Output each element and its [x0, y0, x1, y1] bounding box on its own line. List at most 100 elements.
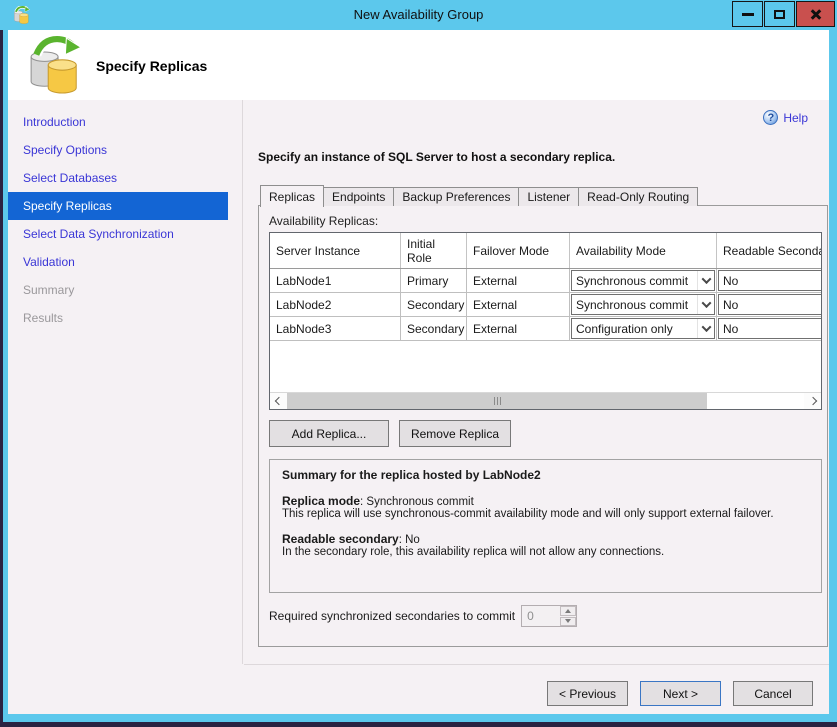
help-label: Help: [783, 111, 808, 125]
window-shadow-bottom: [0, 722, 837, 727]
sidebar-item-validation[interactable]: Validation: [8, 248, 242, 276]
table-row[interactable]: LabNode1 Primary External Synchronous co…: [270, 269, 821, 293]
cell-server-instance: LabNode1: [270, 269, 401, 292]
cell-readable-secondary: No: [717, 317, 822, 340]
replica-summary-box: Summary for the replica hosted by LabNod…: [269, 459, 822, 593]
stepper-up-button: [560, 606, 576, 616]
wizard-footer: < Previous Next > Cancel: [8, 664, 829, 714]
close-icon: [809, 7, 823, 21]
cell-readable-secondary: No: [717, 269, 822, 292]
readable-secondary-description: In the secondary role, this availability…: [282, 546, 809, 558]
readable-secondary-line: Readable secondary: No: [282, 532, 809, 546]
maximize-icon: [774, 10, 785, 19]
maximize-button[interactable]: [764, 1, 795, 27]
scrollbar-thumb[interactable]: [287, 393, 707, 409]
required-secondaries-label: Required synchronized secondaries to com…: [269, 609, 515, 623]
chevron-right-icon: [808, 397, 816, 405]
cell-readable-secondary: No: [717, 293, 822, 316]
sidebar-item-select-data-synchronization[interactable]: Select Data Synchronization: [8, 220, 242, 248]
remove-replica-button[interactable]: Remove Replica: [399, 420, 511, 447]
replica-buttons-row: Add Replica... Remove Replica: [269, 420, 817, 447]
cell-availability-mode: Synchronous commit: [570, 293, 717, 316]
availability-mode-dropdown[interactable]: Configuration only: [571, 318, 715, 339]
sidebar-item-specify-options[interactable]: Specify Options: [8, 136, 242, 164]
sidebar-item-specify-replicas[interactable]: Specify Replicas: [8, 192, 228, 220]
sidebar-item-introduction[interactable]: Introduction: [8, 108, 242, 136]
cell-availability-mode: Synchronous commit: [570, 269, 717, 292]
close-button[interactable]: [796, 1, 835, 27]
cell-failover-mode: External: [467, 317, 570, 340]
cell-failover-mode: External: [467, 293, 570, 316]
chevron-down-icon: [697, 295, 714, 314]
column-header-failover-mode: Failover Mode: [467, 233, 570, 268]
dropdown-value: Synchronous commit: [576, 274, 688, 288]
cell-server-instance: LabNode3: [270, 317, 401, 340]
tab-listener[interactable]: Listener: [519, 187, 579, 206]
readable-secondary-dropdown[interactable]: No: [718, 270, 822, 291]
table-row[interactable]: LabNode2 Secondary External Synchronous …: [270, 293, 821, 317]
sidebar-item-select-databases[interactable]: Select Databases: [8, 164, 242, 192]
availability-replicas-label: Availability Replicas:: [269, 214, 817, 228]
chevron-down-icon: [697, 271, 714, 290]
previous-button[interactable]: < Previous: [547, 681, 628, 706]
dropdown-value: Synchronous commit: [576, 298, 688, 312]
window-controls: [732, 1, 835, 27]
required-secondaries-row: Required synchronized secondaries to com…: [269, 605, 817, 627]
replicas-tab-panel: Availability Replicas: Server Instance I…: [258, 205, 828, 647]
availability-mode-dropdown[interactable]: Synchronous commit: [571, 270, 715, 291]
help-link[interactable]: ? Help: [763, 110, 808, 125]
column-header-readable-secondary: Readable Secondary: [717, 233, 822, 268]
instruction-text: Specify an instance of SQL Server to hos…: [258, 150, 615, 164]
minimize-icon: [742, 13, 754, 16]
cell-initial-role: Secondary: [401, 293, 467, 316]
chevron-down-icon: [697, 319, 714, 338]
next-button[interactable]: Next >: [640, 681, 721, 706]
caret-up-icon: [565, 609, 571, 613]
column-header-server-instance: Server Instance: [270, 233, 401, 268]
stepper-buttons: [560, 606, 576, 626]
availability-replicas-grid: Server Instance Initial Role Failover Mo…: [269, 232, 822, 410]
add-replica-button[interactable]: Add Replica...: [269, 420, 389, 447]
cell-availability-mode: Configuration only: [570, 317, 717, 340]
help-question-icon: ?: [763, 110, 778, 125]
wizard-steps-sidebar: Introduction Specify Options Select Data…: [8, 100, 243, 664]
availability-mode-dropdown[interactable]: Synchronous commit: [571, 294, 715, 315]
tab-endpoints[interactable]: Endpoints: [324, 187, 394, 206]
stepper-value: 0: [522, 606, 560, 626]
chevron-left-icon: [274, 397, 282, 405]
tab-read-only-routing[interactable]: Read-Only Routing: [579, 187, 698, 206]
sidebar-item-results: Results: [8, 304, 242, 332]
tab-strip: Replicas Endpoints Backup Preferences Li…: [260, 184, 698, 206]
cell-initial-role: Primary: [401, 269, 467, 292]
tab-backup-preferences[interactable]: Backup Preferences: [394, 187, 519, 206]
cell-initial-role: Secondary: [401, 317, 467, 340]
replica-mode-line: Replica mode: Synchronous commit: [282, 494, 809, 508]
sidebar-item-summary: Summary: [8, 276, 242, 304]
column-header-availability-mode: Availability Mode: [570, 233, 717, 268]
dropdown-value: Configuration only: [576, 322, 673, 336]
table-row[interactable]: LabNode3 Secondary External Configuratio…: [270, 317, 821, 341]
column-header-initial-role: Initial Role: [401, 233, 467, 268]
wizard-window: Specify Replicas Introduction Specify Op…: [8, 30, 829, 714]
cell-failover-mode: External: [467, 269, 570, 292]
readable-secondary-dropdown[interactable]: No: [718, 318, 822, 339]
wizard-header: Specify Replicas: [8, 30, 829, 100]
scroll-right-button[interactable]: [804, 393, 821, 409]
database-sync-icon: [28, 35, 84, 95]
minimize-button[interactable]: [732, 1, 763, 27]
tab-replicas[interactable]: Replicas: [260, 185, 324, 207]
required-secondaries-stepper: 0: [521, 605, 577, 627]
title-bar: New Availability Group: [0, 0, 837, 30]
summary-title: Summary for the replica hosted by LabNod…: [282, 468, 809, 482]
wizard-content: ? Help Specify an instance of SQL Server…: [244, 100, 829, 664]
replica-mode-description: This replica will use synchronous-commit…: [282, 508, 809, 520]
scroll-left-button[interactable]: [270, 393, 287, 409]
scrollbar-track[interactable]: [707, 393, 804, 409]
readable-secondary-dropdown[interactable]: No: [718, 294, 822, 315]
footer-buttons: < Previous Next > Cancel: [547, 681, 813, 706]
cell-server-instance: LabNode2: [270, 293, 401, 316]
window-title: New Availability Group: [0, 7, 837, 22]
page-title: Specify Replicas: [96, 58, 207, 74]
cancel-button[interactable]: Cancel: [733, 681, 813, 706]
stepper-down-button: [560, 617, 576, 627]
